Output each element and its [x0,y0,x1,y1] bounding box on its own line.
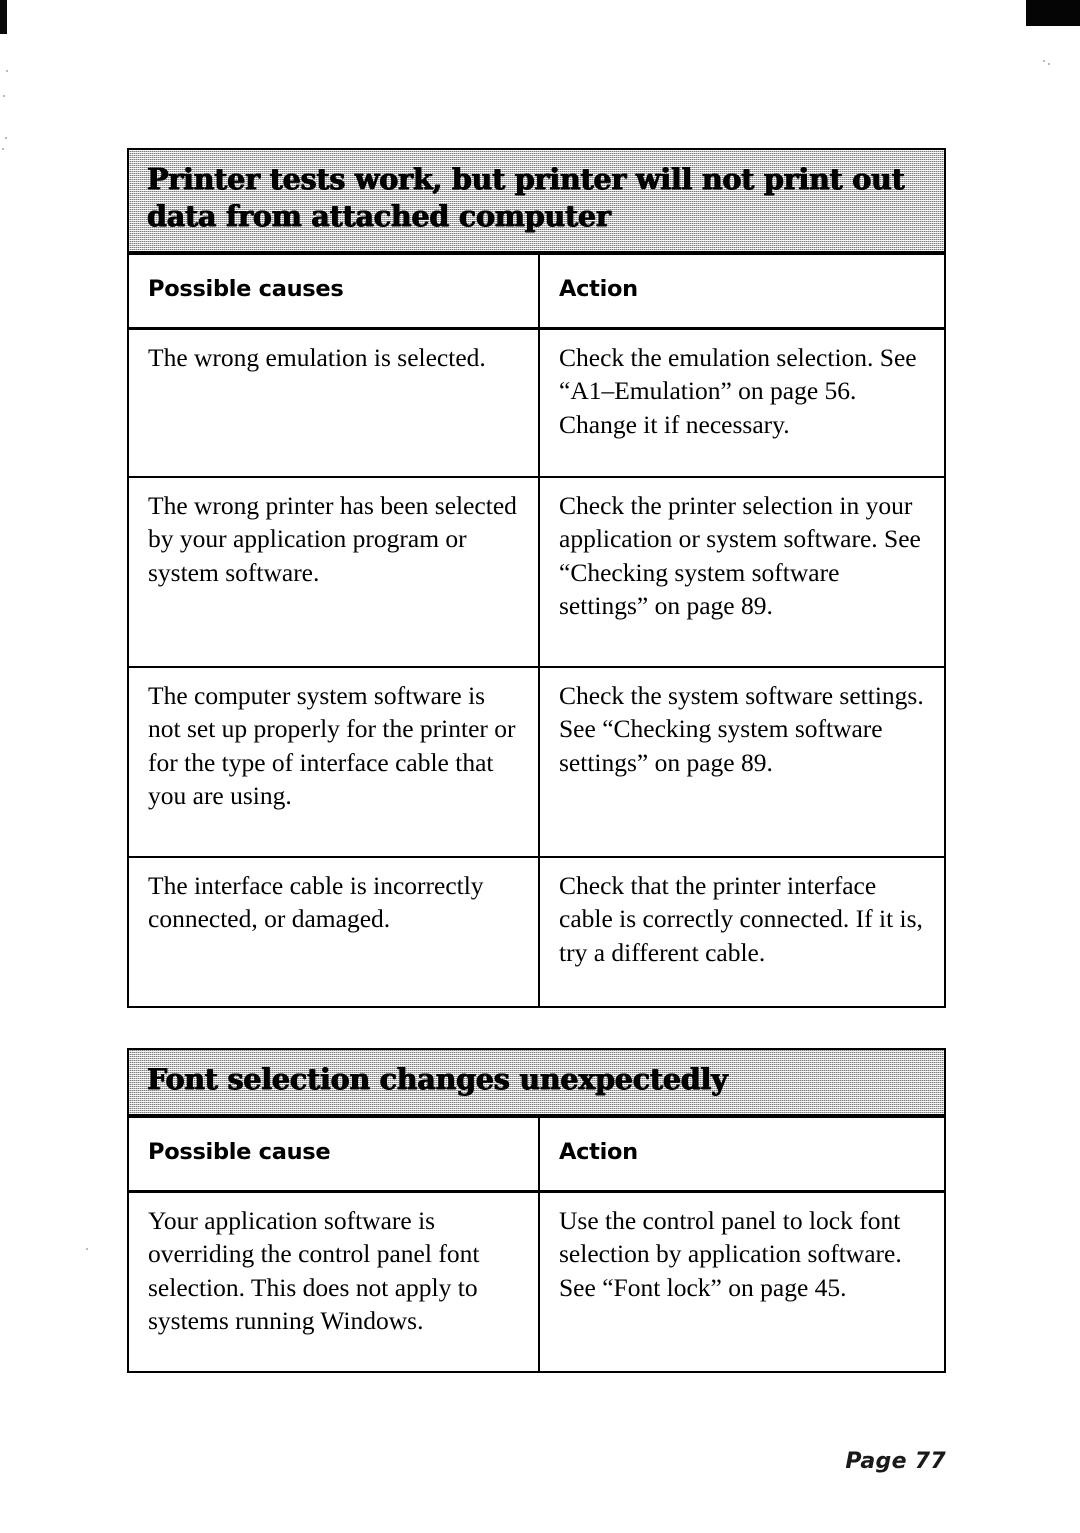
column-header-possible-causes: Possible causes [129,255,540,328]
table-row: The interface cable is incorrectly conne… [129,858,944,1007]
cause-text: The wrong printer has been selected by y… [148,491,517,587]
scan-speckle [1043,60,1045,62]
scanned-page: Printer tests work, but printer will not… [0,0,1080,1533]
cause-cell: Your application software is overriding … [129,1193,540,1372]
cause-text: The computer system software is not set … [148,681,516,811]
scan-artifact-top-left [0,0,7,34]
cause-text: The interface cable is incorrectly conne… [148,871,484,934]
table-banner: Printer tests work, but printer will not… [129,150,944,256]
column-header-possible-cause: Possible cause [129,1118,540,1191]
cause-cell: The wrong printer has been selected by y… [129,478,540,667]
scan-artifact-top-right [1026,0,1080,26]
column-header-row: Possible causes Action [129,255,944,331]
scan-speckle [5,137,7,139]
action-cell: Check the system software settings. See … [540,668,943,856]
action-text: Use the control panel to lock font selec… [559,1206,902,1302]
troubleshooting-table-font-selection: Font selection changes unexpectedly Poss… [127,1048,946,1374]
banner-title: Font selection changes unexpectedly [147,1062,728,1096]
scan-speckle [2,148,4,150]
action-cell: Use the control panel to lock font selec… [540,1193,943,1371]
action-text: Check the emulation selection. See “A1–E… [559,343,917,439]
page-number: Page 77 [845,1449,946,1474]
action-text: Check the printer selection in your appl… [559,491,921,621]
scan-speckle [6,70,8,72]
table-row: Your application software is overriding … [129,1193,944,1372]
cause-text: The wrong emulation is selected. [148,343,486,373]
table-row: The wrong emulation is selected. Check t… [129,330,944,479]
action-cell: Check the emulation selection. See “A1–E… [540,330,943,476]
table-row: The computer system software is not set … [129,668,944,859]
action-text: Check the system software settings. See … [559,681,924,777]
cause-text: Your application software is overriding … [148,1206,480,1336]
table-row: The wrong printer has been selected by y… [129,478,944,669]
scan-speckle [86,1248,88,1250]
cause-cell: The interface cable is incorrectly conne… [129,858,540,1007]
banner-title: Printer tests work, but printer will not… [147,162,905,234]
cause-cell: The wrong emulation is selected. [129,330,540,477]
column-header-row: Possible cause Action [129,1118,944,1194]
table-banner: Font selection changes unexpectedly [129,1050,944,1119]
action-cell: Check that the printer interface cable i… [540,858,943,1006]
action-text: Check that the printer interface cable i… [559,871,923,967]
scan-speckle [3,95,5,97]
column-header-action: Action [559,1139,638,1166]
cause-cell: The computer system software is not set … [129,668,540,857]
scan-speckle [1048,63,1050,65]
troubleshooting-table-printer-output: Printer tests work, but printer will not… [127,148,946,1009]
column-header-action: Action [559,276,638,303]
action-cell: Check the printer selection in your appl… [540,478,943,666]
